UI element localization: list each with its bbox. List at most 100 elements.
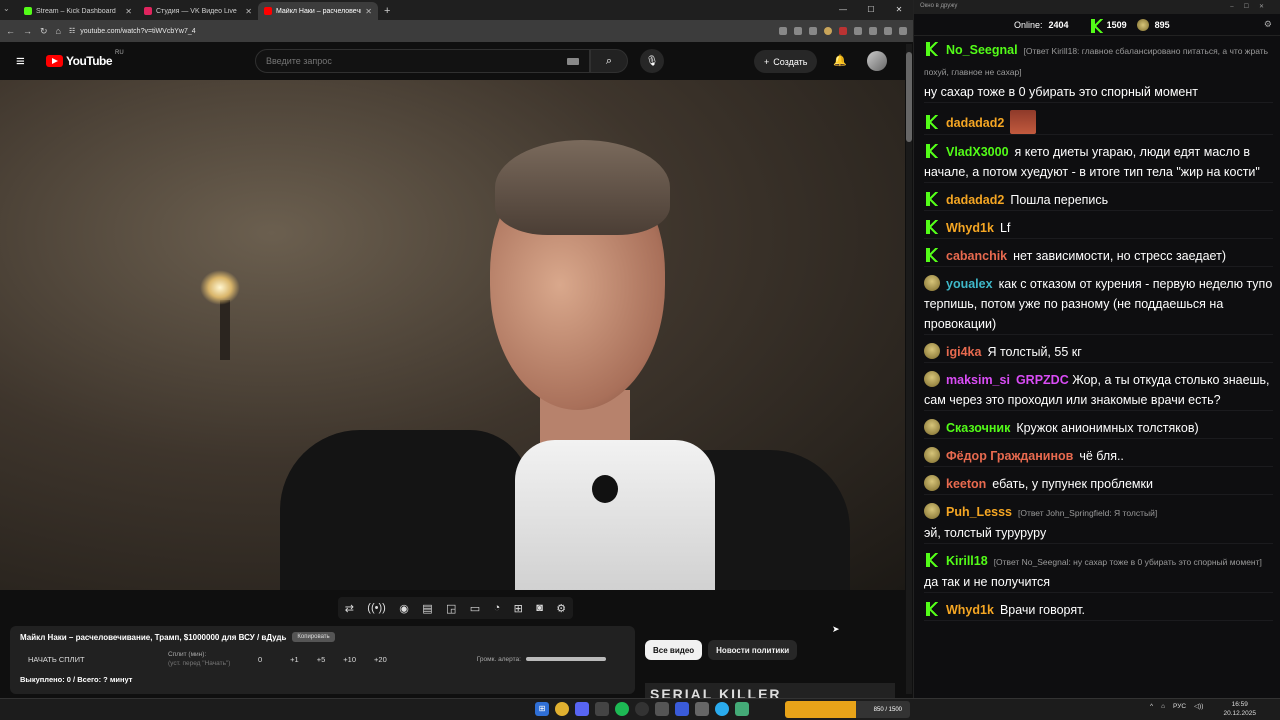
chat-username[interactable]: youalex (946, 277, 993, 291)
speed-icon[interactable]: ◔ (494, 602, 501, 614)
steam-icon[interactable] (595, 702, 609, 716)
star-icon[interactable] (809, 27, 817, 35)
extensions-icon[interactable] (854, 27, 862, 35)
chat-username[interactable]: Puh_Lesss (946, 505, 1012, 519)
goal-progress-fill (785, 701, 856, 718)
close-window-icon[interactable]: ✕ (885, 0, 913, 20)
tab-search-icon[interactable]: ⌄ (3, 4, 10, 13)
obs-icon[interactable] (635, 702, 649, 716)
clapper-icon[interactable]: ▤ (422, 602, 432, 615)
minimize-icon[interactable]: — (829, 0, 857, 20)
window-controls[interactable]: –☐✕ (1230, 3, 1274, 11)
site-info-icon[interactable]: ☷ (69, 27, 75, 35)
chat-username[interactable]: maksim_si (946, 373, 1010, 387)
add-5-button[interactable]: +5 (317, 655, 326, 664)
extension-icon[interactable] (824, 27, 832, 35)
add-1-button[interactable]: +1 (290, 655, 299, 664)
chat-username[interactable]: Whyd1k (946, 603, 994, 617)
video-player[interactable] (0, 80, 905, 590)
youtube-header: ≡ YouTube RU ⌕ 🎙 + Создать 🔔 (0, 42, 913, 80)
start-split-button[interactable]: НАЧАТЬ СПЛИТ (28, 655, 168, 664)
close-icon[interactable]: ✕ (245, 7, 252, 16)
cinema-icon[interactable]: ▭ (470, 602, 480, 615)
chat-username[interactable]: igi4ka (946, 345, 981, 359)
chat-message: Whyd1k Врачи говорят. (924, 600, 1273, 621)
create-button[interactable]: + Создать (754, 50, 818, 73)
cast-icon[interactable] (779, 27, 787, 35)
discord-icon[interactable] (575, 702, 589, 716)
chat-username[interactable]: dadadad2 (946, 193, 1004, 207)
chat-username[interactable]: Сказочник (946, 421, 1010, 435)
scrollbar-thumb[interactable] (906, 52, 912, 142)
maximize-icon[interactable]: ☐ (857, 0, 885, 20)
broadcast-icon[interactable]: ((•)) (367, 602, 386, 614)
voice-search-button[interactable]: 🎙 (640, 49, 664, 73)
language-indicator[interactable]: РУС (1173, 703, 1186, 710)
add-10-button[interactable]: +10 (343, 655, 356, 664)
youtube-logo[interactable]: YouTube RU (46, 50, 124, 68)
forward-icon[interactable]: → (23, 26, 32, 36)
tab-kick[interactable]: Stream – Kick Dashboard ✕ (18, 2, 138, 20)
spotify-icon[interactable] (615, 702, 629, 716)
loop-icon[interactable]: ⇄ (345, 602, 354, 615)
watch-icon[interactable]: ◉ (399, 602, 409, 615)
keyboard-icon[interactable] (567, 57, 579, 65)
menu-icon[interactable] (899, 27, 907, 35)
chat-mention[interactable]: GRPZDC (1016, 373, 1069, 387)
chat-text: Пошла перепись (1010, 193, 1109, 207)
chip-all-videos[interactable]: Все видео (645, 640, 703, 660)
video-frame-hair (495, 140, 670, 235)
chat-username[interactable]: dadadad2 (946, 116, 1004, 130)
app-icon[interactable] (695, 702, 709, 716)
copy-button[interactable]: Копировать (292, 632, 335, 642)
player-icon[interactable] (675, 702, 689, 716)
system-tray: ^ ⌂ РУС ◁)) (1150, 702, 1203, 711)
vk-badge-icon (924, 447, 940, 463)
reload-icon[interactable]: ↻ (40, 26, 48, 37)
download-icon[interactable] (869, 27, 877, 35)
chat-username[interactable]: VladX3000 (946, 145, 1009, 159)
search-button[interactable]: ⌕ (590, 49, 628, 73)
avatar[interactable] (867, 51, 887, 71)
tab-youtube[interactable]: Майкл Наки – расчеловечивани ✕ (258, 2, 378, 20)
extension-icon[interactable] (839, 27, 847, 35)
volume-icon[interactable]: ◁)) (1194, 702, 1203, 710)
settings-icon[interactable]: ⚙ (556, 602, 566, 615)
chat-username[interactable]: Whyd1k (946, 221, 994, 235)
notifications-icon[interactable]: 🔔 (833, 54, 847, 67)
tab-vk[interactable]: Студия — VK Видео Live ✕ (138, 2, 258, 20)
app-icon[interactable] (735, 702, 749, 716)
add-clip-icon[interactable]: ⊞ (514, 602, 523, 615)
home-icon[interactable]: ⌂ (56, 26, 61, 36)
alert-volume-slider[interactable] (525, 657, 606, 661)
back-icon[interactable]: ← (6, 26, 15, 36)
chat-username[interactable]: Фёдор Гражданинов (946, 449, 1073, 463)
url-field[interactable]: ☷ youtube.com/watch?v=tiWVcbYw7_4 (69, 27, 771, 36)
page-scrollbar[interactable] (906, 44, 912, 694)
clock[interactable]: 16:59 20.12.2025 (1223, 700, 1256, 718)
menu-icon[interactable]: ≡ (16, 53, 40, 70)
network-icon[interactable]: ⌂ (1161, 703, 1165, 710)
pip-icon[interactable]: ◲ (446, 602, 456, 615)
translate-icon[interactable] (794, 27, 802, 35)
settings-icon[interactable]: ⚙ (1264, 19, 1272, 30)
chrome-icon[interactable] (555, 702, 569, 716)
chat-username[interactable]: Kirill18 (946, 554, 988, 568)
app-icon[interactable] (655, 702, 669, 716)
telegram-icon[interactable] (715, 702, 729, 716)
plus-icon: + (764, 56, 770, 67)
chat-username[interactable]: No_Seegnal (946, 43, 1018, 57)
new-tab-button[interactable]: + (384, 2, 390, 20)
chip-politics-news[interactable]: Новости политики (708, 640, 798, 660)
add-20-button[interactable]: +20 (374, 655, 387, 664)
chevron-up-icon[interactable]: ^ (1150, 703, 1153, 710)
close-icon[interactable]: ✕ (125, 7, 132, 16)
screenshot-icon[interactable]: ◙ (536, 602, 543, 614)
chat-username[interactable]: keeton (946, 477, 986, 491)
chat-username[interactable]: cabanchik (946, 249, 1007, 263)
start-icon[interactable]: ⊞ (535, 702, 549, 716)
close-icon[interactable]: ✕ (365, 7, 372, 16)
profile-icon[interactable] (884, 27, 892, 35)
recommended-thumbnail[interactable]: SERIAL KILLER (645, 683, 895, 698)
search-input[interactable] (266, 56, 567, 66)
